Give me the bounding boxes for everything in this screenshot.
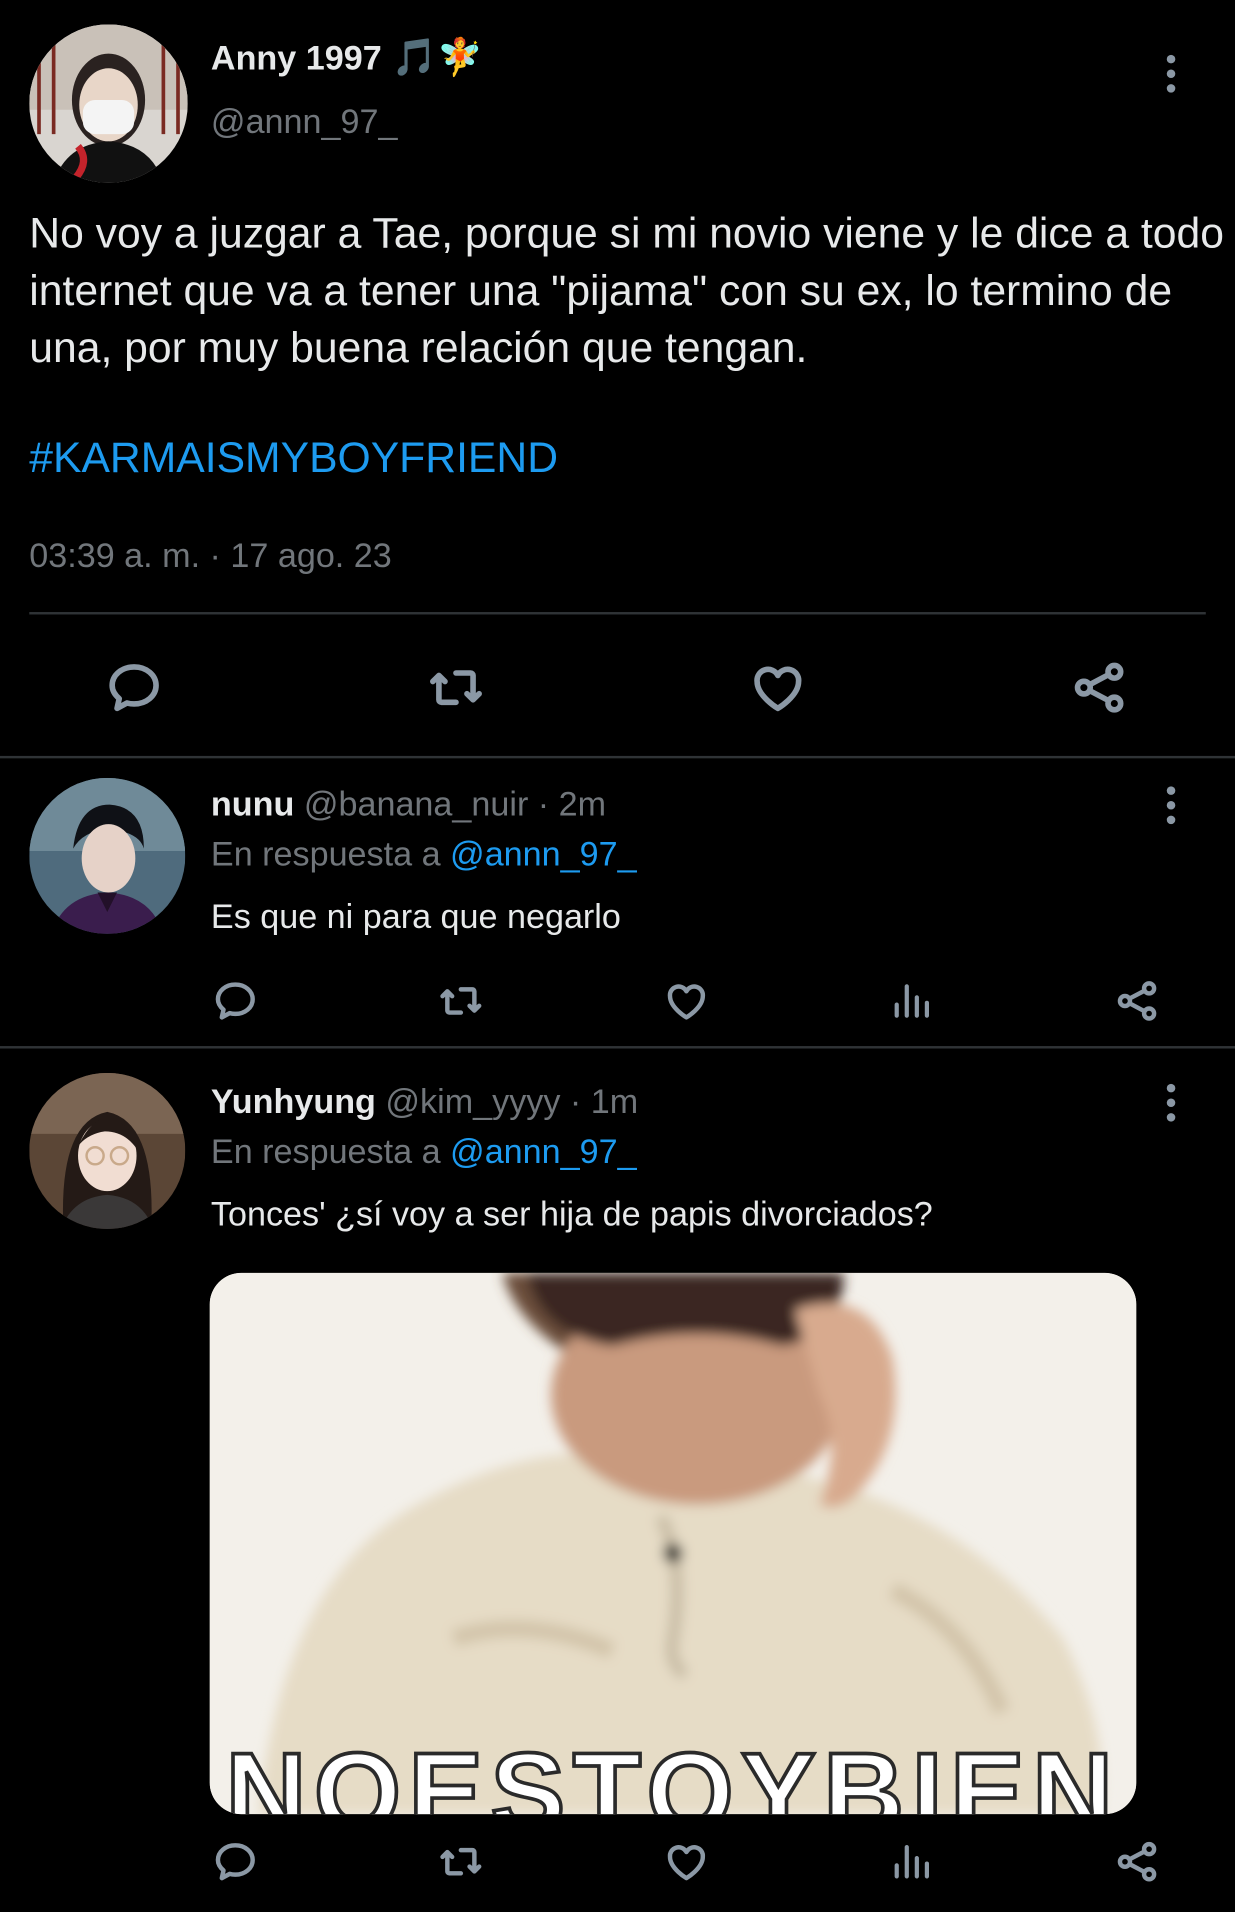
divider — [0, 1046, 1235, 1049]
reply-context: En respuesta a @annn_97_ — [211, 835, 637, 874]
avatar[interactable] — [29, 1072, 186, 1229]
share-icon[interactable] — [1066, 653, 1134, 721]
handle-and-time: @kim_yyyy · 1m — [385, 1082, 639, 1121]
display-name[interactable]: Yunhyung — [211, 1083, 376, 1121]
display-name[interactable]: Anny 1997 🎵🧚 — [211, 37, 483, 80]
more-options-icon[interactable] — [1152, 49, 1189, 98]
reply-header[interactable]: Yunhyung @kim_yyyy · 1m — [211, 1083, 638, 1122]
reply-context: En respuesta a @annn_97_ — [211, 1133, 637, 1172]
avatar[interactable] — [29, 24, 188, 183]
reply-icon[interactable] — [210, 1836, 261, 1887]
views-icon[interactable] — [888, 975, 939, 1026]
user-handle[interactable]: @annn_97_ — [211, 102, 398, 141]
reply-text: Tonces' ¿sí voy a ser hija de papis divo… — [210, 1194, 933, 1233]
hashtag-link[interactable]: #KARMAISMYBOYFRIEND — [29, 434, 558, 483]
retweet-icon[interactable] — [434, 1836, 488, 1887]
like-icon[interactable] — [661, 975, 712, 1026]
divider — [0, 755, 1235, 759]
reply-icon[interactable] — [210, 975, 261, 1026]
divider — [29, 612, 1206, 615]
reply-icon[interactable] — [100, 653, 168, 721]
mention-link[interactable]: @annn_97_ — [450, 835, 637, 873]
share-icon[interactable] — [1112, 975, 1163, 1026]
like-icon[interactable] — [661, 1836, 712, 1887]
reply-header[interactable]: nunu @banana_nuir · 2m — [211, 785, 606, 824]
handle-and-time: @banana_nuir · 2m — [303, 785, 607, 823]
tweet-timestamp[interactable]: 03:39 a. m. · 17 ago. 23 — [29, 536, 391, 575]
media-caption: NOESTOYBIEN — [224, 1729, 1121, 1815]
mention-link[interactable]: @annn_97_ — [450, 1133, 637, 1171]
like-icon[interactable] — [744, 653, 812, 721]
tweet-text: No voy a juzgar a Tae, porque si mi novi… — [29, 209, 1235, 372]
share-icon[interactable] — [1112, 1836, 1163, 1887]
name-emojis: 🎵🧚 — [391, 37, 483, 79]
more-options-icon[interactable] — [1152, 1078, 1189, 1127]
display-name-text: Anny 1997 — [210, 38, 382, 77]
retweet-icon[interactable] — [419, 653, 492, 721]
reply-prefix: En respuesta a — [210, 1132, 451, 1171]
display-name[interactable]: nunu — [211, 785, 294, 823]
retweet-icon[interactable] — [434, 975, 488, 1026]
reply-prefix: En respuesta a — [210, 835, 451, 873]
views-icon[interactable] — [888, 1836, 939, 1887]
reply-text: Es que ni para que negarlo — [210, 897, 621, 936]
more-options-icon[interactable] — [1152, 780, 1189, 829]
media-image[interactable]: NOESTOYBIEN — [209, 1272, 1137, 1815]
avatar[interactable] — [29, 777, 186, 934]
